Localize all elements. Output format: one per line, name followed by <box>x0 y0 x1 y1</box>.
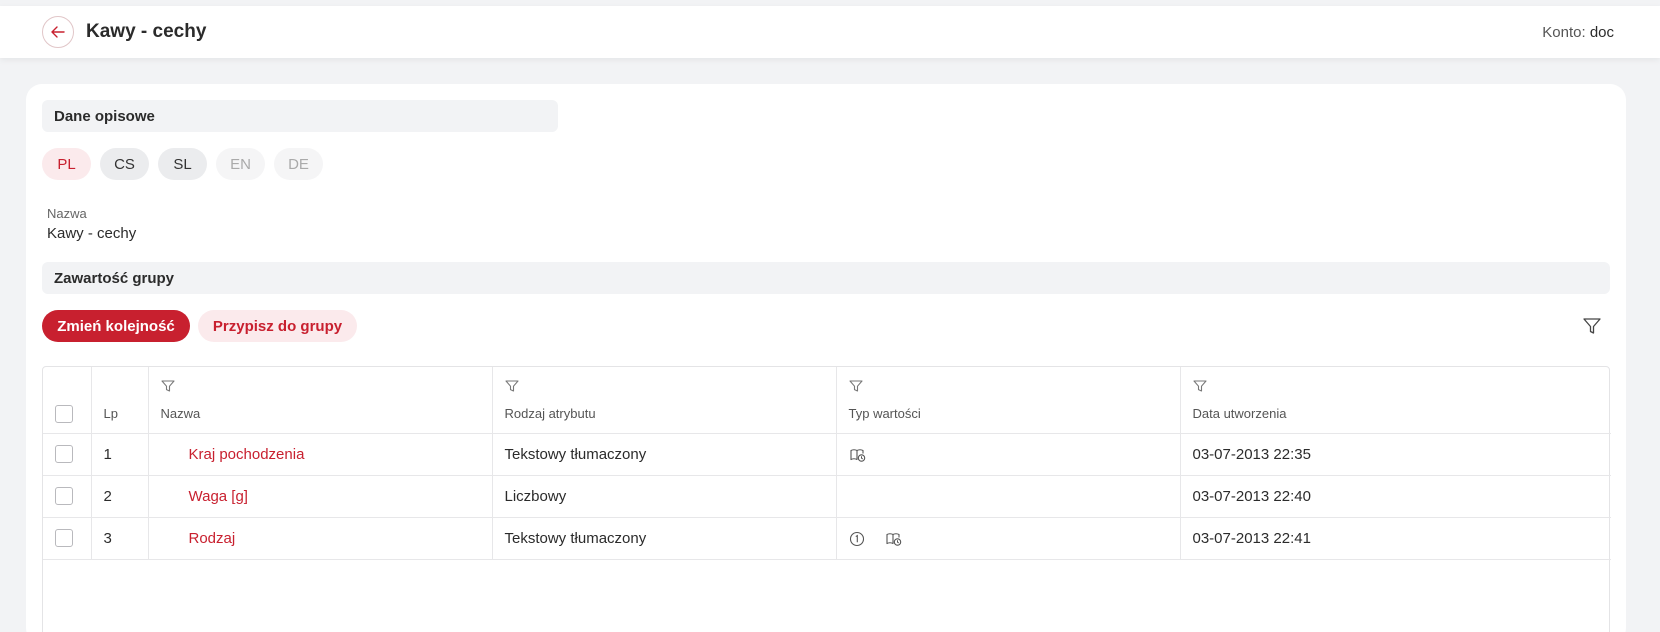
row-name-link[interactable]: Rodzaj <box>161 530 236 547</box>
column-filter-icon[interactable] <box>1192 379 1207 393</box>
main-card: Dane opisowe PL CS SL EN DE Nazwa Kawy -… <box>26 84 1626 632</box>
column-filter-icon[interactable] <box>160 379 175 393</box>
row-attr-type: Tekstowy tłumaczony <box>492 433 837 476</box>
column-header-name[interactable]: Nazwa <box>148 395 493 434</box>
language-tabs: PL CS SL EN DE <box>42 148 323 180</box>
single-value-icon <box>849 531 864 546</box>
column-header-attr-type[interactable]: Rodzaj atrybutu <box>492 395 837 434</box>
row-select-cell <box>43 517 92 560</box>
row-lp: 2 <box>91 475 149 518</box>
lang-tab-sl[interactable]: SL <box>158 148 207 180</box>
filter-cell-name <box>148 367 493 395</box>
filter-cell-select <box>43 367 92 395</box>
table-row[interactable]: 2 Waga [g] Liczbowy 03-07-2013 22:40 <box>43 475 1611 518</box>
row-value-type <box>836 517 1181 560</box>
row-created: 03-07-2013 22:41 <box>1180 517 1611 560</box>
translated-dictionary-icon <box>849 448 865 462</box>
lang-tab-cs[interactable]: CS <box>100 148 149 180</box>
account-label: Konto: <box>1542 24 1586 41</box>
group-content-section-header: Zawartość grupy <box>42 262 1610 294</box>
group-content-table: Lp Nazwa Rodzaj atrybutu Typ wartości Da… <box>42 366 1611 632</box>
filter-icon[interactable] <box>1582 316 1602 336</box>
row-lp: 3 <box>91 517 149 560</box>
row-checkbox[interactable] <box>55 487 73 506</box>
row-name-cell: Waga [g] <box>148 475 493 518</box>
name-field-value: Kawy - cechy <box>47 225 137 242</box>
name-field-label: Nazwa <box>47 206 87 221</box>
filter-cell-lp <box>91 367 149 395</box>
row-value-type <box>836 475 1181 518</box>
row-attr-type: Tekstowy tłumaczony <box>492 517 837 560</box>
column-filter-icon[interactable] <box>504 379 519 393</box>
table-row[interactable]: 3 Rodzaj Tekstowy tłumaczony 03-07-2013 … <box>43 517 1611 560</box>
reorder-button[interactable]: Zmień kolejność <box>42 310 190 342</box>
row-name-cell: Rodzaj <box>148 517 493 560</box>
row-attr-type: Liczbowy <box>492 475 837 518</box>
filter-cell-value-type <box>836 367 1181 395</box>
account-info: Konto: doc <box>1542 24 1614 41</box>
column-filter-icon[interactable] <box>848 379 863 393</box>
row-created: 03-07-2013 22:35 <box>1180 433 1611 476</box>
column-header-created[interactable]: Data utworzenia <box>1180 395 1611 434</box>
row-name-link[interactable]: Waga [g] <box>161 488 248 505</box>
assign-to-group-button[interactable]: Przypisz do grupy <box>198 310 357 342</box>
filter-cell-created <box>1180 367 1611 395</box>
row-lp: 1 <box>91 433 149 476</box>
page-title: Kawy - cechy <box>86 21 207 42</box>
column-header-lp[interactable]: Lp <box>91 395 149 434</box>
arrow-left-icon <box>51 26 65 38</box>
header-row: Lp Nazwa Rodzaj atrybutu Typ wartości Da… <box>43 395 1611 434</box>
filter-row <box>43 367 1611 395</box>
descriptive-section-header: Dane opisowe <box>42 100 558 132</box>
row-select-cell <box>43 433 92 476</box>
filter-cell-attr-type <box>492 367 837 395</box>
row-value-type <box>836 433 1181 476</box>
row-created: 03-07-2013 22:40 <box>1180 475 1611 518</box>
row-name-cell: Kraj pochodzenia <box>148 433 493 476</box>
account-value: doc <box>1589 24 1614 41</box>
lang-tab-de[interactable]: DE <box>274 148 323 180</box>
select-all-cell <box>43 395 92 434</box>
app-header: Kawy - cechy Konto: doc <box>0 6 1660 58</box>
row-select-cell <box>43 475 92 518</box>
back-button[interactable] <box>42 16 74 48</box>
table-row[interactable]: 1 Kraj pochodzenia Tekstowy tłumaczony 0… <box>43 433 1611 476</box>
row-checkbox[interactable] <box>55 445 73 464</box>
lang-tab-en[interactable]: EN <box>216 148 265 180</box>
row-name-link[interactable]: Kraj pochodzenia <box>161 446 305 463</box>
lang-tab-pl[interactable]: PL <box>42 148 91 180</box>
translated-dictionary-icon <box>886 532 901 546</box>
select-all-checkbox[interactable] <box>55 404 73 423</box>
row-checkbox[interactable] <box>55 529 73 548</box>
column-header-value-type[interactable]: Typ wartości <box>836 395 1181 434</box>
